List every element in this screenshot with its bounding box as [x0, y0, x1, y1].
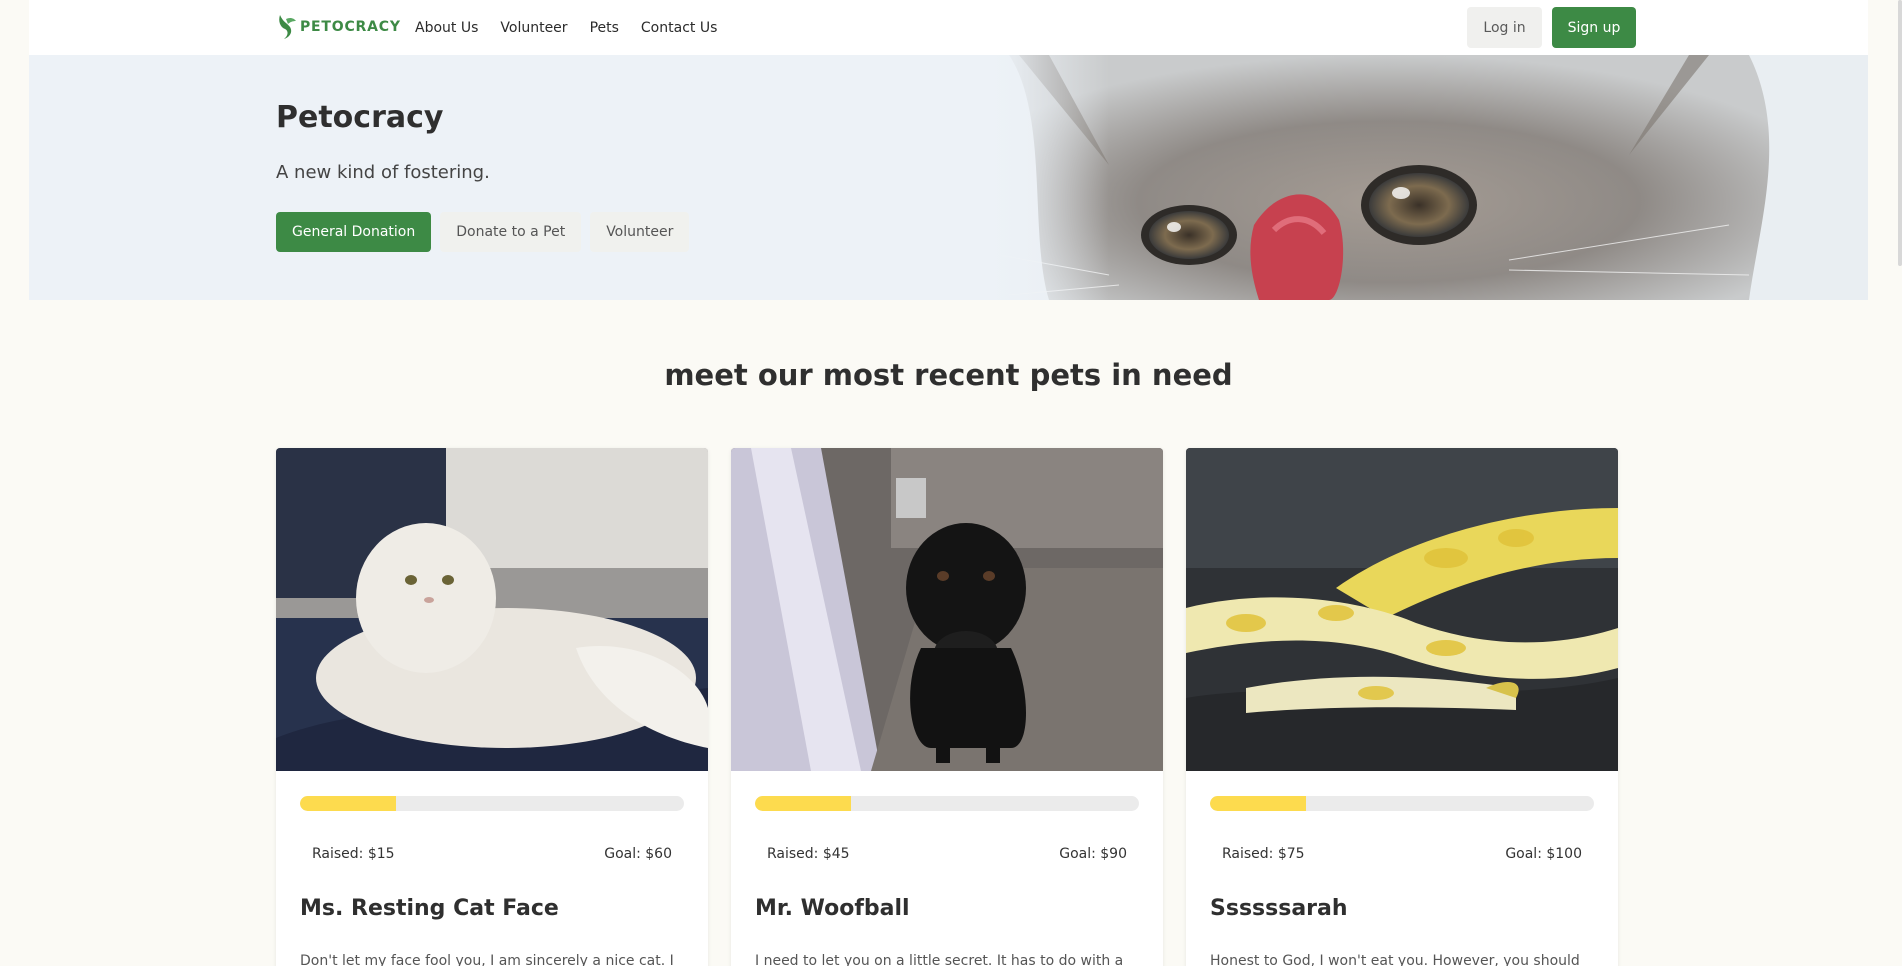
login-button[interactable]: Log in [1467, 7, 1542, 48]
pet-description: Honest to God, I won't eat you. However,… [1210, 953, 1580, 966]
pet-photo-dog [731, 448, 1163, 771]
raised-amount: Raised: $45 [767, 846, 850, 862]
scrollbar-thumb[interactable] [1898, 0, 1902, 266]
page: PETOCRACY About Us Volunteer Pets Contac… [29, 0, 1868, 966]
goal-amount: Goal: $100 [1505, 846, 1582, 862]
funding-amounts: Raised: $45 Goal: $90 [767, 846, 1127, 862]
hero-kitten-image [989, 55, 1868, 300]
navbar: PETOCRACY About Us Volunteer Pets Contac… [29, 0, 1868, 55]
hero-banner: Petocracy A new kind of fostering. Gener… [29, 55, 1868, 300]
funding-amounts: Raised: $75 Goal: $100 [1222, 846, 1582, 862]
general-donation-button[interactable]: General Donation [276, 212, 432, 252]
funding-progress-bar [1210, 796, 1594, 811]
goal-amount: Goal: $90 [1059, 846, 1127, 862]
pet-card[interactable]: Raised: $45 Goal: $90 Mr. Woofball I nee… [731, 448, 1163, 966]
funding-progress-bar [300, 796, 684, 811]
page-scrollbar[interactable] [1897, 0, 1902, 966]
progress-fill [1210, 796, 1306, 811]
recent-pets-heading: meet our most recent pets in need [664, 358, 1233, 392]
funding-progress-bar [755, 796, 1139, 811]
pet-photo-cat [276, 448, 708, 771]
nav-link-about-us[interactable]: About Us [415, 20, 478, 36]
hero-subtitle: A new kind of fostering. [276, 162, 490, 183]
goal-amount: Goal: $60 [604, 846, 672, 862]
brand-name: PETOCRACY [300, 19, 401, 35]
donate-to-pet-button[interactable]: Donate to a Pet [440, 212, 582, 252]
pet-description: I need to let you on a little secret. It… [755, 953, 1124, 966]
volunteer-button[interactable]: Volunteer [590, 212, 690, 252]
raised-amount: Raised: $15 [312, 846, 395, 862]
signup-button[interactable]: Sign up [1552, 7, 1636, 48]
pet-name: Ssssssarah [1210, 896, 1348, 921]
progress-fill [300, 796, 396, 811]
pet-photo-snake [1186, 448, 1618, 771]
pet-name: Mr. Woofball [755, 896, 910, 921]
hero-title: Petocracy [276, 100, 444, 135]
funding-amounts: Raised: $15 Goal: $60 [312, 846, 672, 862]
main-nav: About Us Volunteer Pets Contact Us [415, 0, 739, 55]
progress-fill [755, 796, 851, 811]
pet-cards: Raised: $15 Goal: $60 Ms. Resting Cat Fa… [276, 448, 1620, 966]
pet-name: Ms. Resting Cat Face [300, 896, 559, 921]
pet-description: Don't let my face fool you, I am sincere… [300, 953, 674, 966]
nav-link-pets[interactable]: Pets [590, 20, 619, 36]
pet-card[interactable]: Raised: $75 Goal: $100 Ssssssarah Honest… [1186, 448, 1618, 966]
nav-link-volunteer[interactable]: Volunteer [500, 20, 567, 36]
brand-logo-link[interactable]: PETOCRACY [276, 12, 401, 42]
raised-amount: Raised: $75 [1222, 846, 1305, 862]
hero-actions: General Donation Donate to a Pet Volunte… [276, 212, 690, 252]
auth-buttons: Log in Sign up [1467, 7, 1636, 48]
petocracy-logo-icon [279, 15, 296, 39]
nav-link-contact-us[interactable]: Contact Us [641, 20, 717, 36]
pet-card[interactable]: Raised: $15 Goal: $60 Ms. Resting Cat Fa… [276, 448, 708, 966]
